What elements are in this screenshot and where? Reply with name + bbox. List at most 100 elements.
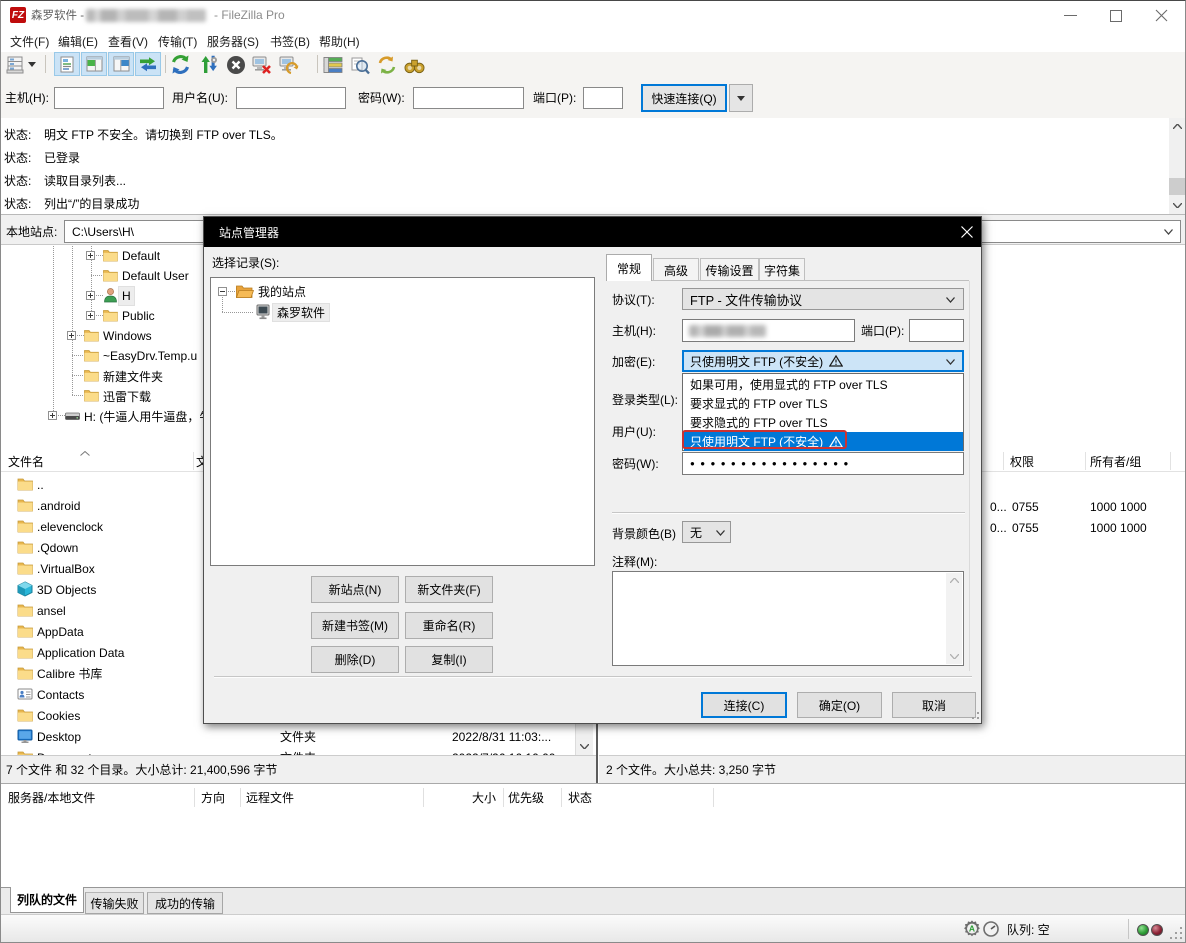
- reconnect-icon[interactable]: [278, 54, 299, 75]
- menu-help[interactable]: 帮助(H): [319, 30, 360, 52]
- cancel-icon[interactable]: [225, 54, 246, 75]
- scrollbar-thumb[interactable]: [1169, 178, 1186, 195]
- encryption-combo[interactable]: 只使用明文 FTP (不安全): [682, 350, 964, 372]
- column-divider[interactable]: [713, 788, 714, 807]
- maximize-icon[interactable]: [1110, 10, 1122, 22]
- tab-transfer-settings[interactable]: 传输设置: [700, 258, 759, 281]
- file-row[interactable]: Documents 文件夹 2022/7/26 16:10:00: [0, 747, 596, 755]
- tab-failed-transfers[interactable]: 传输失败: [85, 892, 144, 914]
- new-bookmark-button[interactable]: 新建书签(M): [311, 612, 399, 639]
- queue-header-status[interactable]: 状态: [568, 785, 592, 810]
- tab-successful-transfers[interactable]: 成功的传输: [147, 892, 223, 914]
- qc-port-input[interactable]: [583, 87, 623, 109]
- file-row[interactable]: Desktop 文件夹 2022/8/31 11:03:...: [0, 726, 596, 747]
- directory-comparison-icon[interactable]: [349, 54, 370, 75]
- ok-button[interactable]: 确定(O): [797, 692, 882, 718]
- minimize-icon[interactable]: [1064, 15, 1077, 16]
- dropdown-option-require-explicit[interactable]: 要求显式的 FTP over TLS: [684, 394, 963, 413]
- rename-button[interactable]: 重命名(R): [405, 612, 493, 639]
- cancel-button[interactable]: 取消: [892, 692, 976, 718]
- chevron-down-icon[interactable]: [1164, 229, 1173, 235]
- filter-icon[interactable]: [322, 54, 343, 75]
- toggle-message-log-button[interactable]: [54, 52, 80, 76]
- refresh-icon[interactable]: [170, 54, 191, 75]
- protocol-combo[interactable]: FTP - 文件传输协议: [682, 288, 964, 310]
- resize-grip[interactable]: [1168, 925, 1184, 941]
- menu-file[interactable]: 文件(F): [10, 30, 49, 52]
- expand-icon[interactable]: [86, 311, 95, 320]
- site-manager-icon[interactable]: [5, 54, 26, 75]
- expand-icon[interactable]: [86, 291, 95, 300]
- site-manager-dropdown-icon[interactable]: [28, 62, 36, 68]
- dialog-site-tree: 我的站点 森罗软件: [210, 277, 595, 566]
- qc-username-input[interactable]: [236, 87, 346, 109]
- scroll-up-icon[interactable]: [1169, 118, 1186, 135]
- tab-general[interactable]: 常规: [606, 254, 652, 281]
- find-files-icon[interactable]: [404, 54, 425, 75]
- toggle-transfer-queue-button[interactable]: [135, 52, 161, 76]
- queue-header-server-local[interactable]: 服务器/本地文件: [8, 785, 95, 810]
- column-divider[interactable]: [194, 788, 195, 807]
- folder-icon: [103, 248, 118, 262]
- quickconnect-button[interactable]: 快速连接(Q): [641, 84, 727, 112]
- column-divider[interactable]: [193, 452, 194, 470]
- column-divider[interactable]: [423, 788, 424, 807]
- dialog-port-input[interactable]: [909, 319, 964, 342]
- dialog-password-input[interactable]: ●●●●●●●●●●●●●●●●: [682, 452, 964, 475]
- close-icon[interactable]: [1155, 9, 1168, 22]
- duplicate-button[interactable]: 复制(I): [405, 646, 493, 673]
- column-divider[interactable]: [561, 788, 562, 807]
- menu-bookmarks[interactable]: 书签(B): [270, 30, 310, 52]
- tab-queued-files[interactable]: 列队的文件: [10, 887, 84, 913]
- quickconnect-bar: 主机(H): 用户名(U): 密码(W): 端口(P): 快速连接(Q): [0, 78, 1186, 117]
- queue-header-size[interactable]: 大小: [430, 785, 496, 810]
- column-divider[interactable]: [1085, 452, 1086, 470]
- menu-view[interactable]: 查看(V): [108, 30, 148, 52]
- connect-button[interactable]: 连接(C): [701, 692, 787, 718]
- comments-textarea[interactable]: [612, 571, 964, 666]
- column-divider[interactable]: [240, 788, 241, 807]
- quickconnect-dropdown-button[interactable]: [729, 84, 753, 112]
- column-divider[interactable]: [1170, 452, 1171, 470]
- tab-charset[interactable]: 字符集: [759, 258, 805, 281]
- column-header-permissions[interactable]: 权限: [1010, 450, 1034, 472]
- expand-icon[interactable]: [86, 251, 95, 260]
- bgcolor-combo[interactable]: 无: [682, 521, 731, 543]
- column-divider[interactable]: [503, 788, 504, 807]
- speed-limits-icon[interactable]: [983, 921, 999, 940]
- queue-settings-gear-icon[interactable]: A: [963, 920, 981, 941]
- expand-icon[interactable]: [67, 331, 76, 340]
- dialog-tree-site[interactable]: 森罗软件: [211, 304, 594, 321]
- new-folder-button[interactable]: 新文件夹(F): [405, 576, 493, 603]
- tab-advanced[interactable]: 高级: [653, 258, 699, 281]
- textarea-scrollbar[interactable]: [946, 573, 962, 664]
- folder-icon: [103, 308, 118, 322]
- delete-button[interactable]: 删除(D): [311, 646, 399, 673]
- dialog-close-icon[interactable]: [961, 226, 973, 238]
- disconnect-icon[interactable]: [251, 54, 272, 75]
- qc-host-input[interactable]: [54, 87, 164, 109]
- column-header-owner[interactable]: 所有者/组: [1090, 450, 1141, 472]
- qc-password-input[interactable]: [413, 87, 524, 109]
- toggle-remote-tree-button[interactable]: [108, 52, 134, 76]
- menu-transfer[interactable]: 传输(T): [158, 30, 197, 52]
- dialog-host-input[interactable]: [682, 319, 855, 342]
- queue-header-remote-file[interactable]: 远程文件: [246, 785, 294, 810]
- menu-server[interactable]: 服务器(S): [207, 30, 259, 52]
- scroll-down-icon[interactable]: [1169, 197, 1186, 214]
- dialog-resize-grip[interactable]: [969, 709, 981, 721]
- menu-edit[interactable]: 编辑(E): [58, 30, 98, 52]
- process-queue-icon[interactable]: [198, 54, 219, 75]
- toggle-local-tree-button[interactable]: [81, 52, 107, 76]
- dialog-tree-my-sites[interactable]: 我的站点: [211, 283, 594, 300]
- queue-header-direction[interactable]: 方向: [201, 785, 225, 810]
- column-header-filename[interactable]: 文件名: [8, 450, 44, 472]
- queue-header-priority[interactable]: 优先级: [508, 785, 544, 810]
- dropdown-option-explicit-if-available[interactable]: 如果可用，使用显式的 FTP over TLS: [684, 375, 963, 394]
- new-site-button[interactable]: 新站点(N): [311, 576, 399, 603]
- scroll-down-icon[interactable]: [576, 738, 592, 754]
- column-divider[interactable]: [1003, 452, 1004, 470]
- log-scrollbar[interactable]: [1169, 118, 1186, 214]
- expand-icon[interactable]: [48, 411, 57, 420]
- synchronized-browsing-icon[interactable]: [376, 54, 397, 75]
